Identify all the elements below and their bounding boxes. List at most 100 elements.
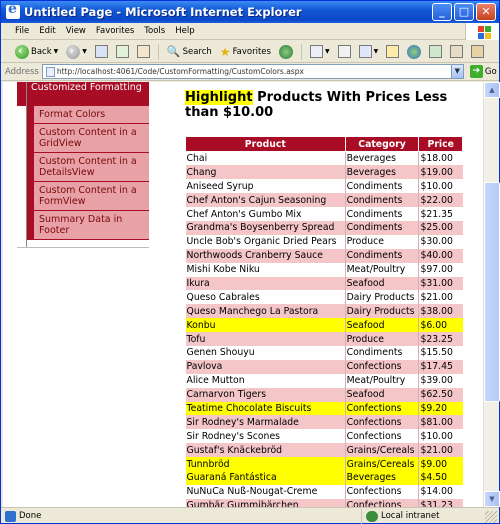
menu-bar: File Edit View Favorites Tools Help xyxy=(1,23,499,40)
messenger-button[interactable] xyxy=(427,43,444,61)
cell-product: Chai xyxy=(185,151,346,166)
sidebar-item-format-colors[interactable]: Format Colors xyxy=(27,106,149,124)
favorites-button[interactable]: ★ Favorites xyxy=(218,43,273,61)
globe-icon xyxy=(407,44,422,59)
cell-price: $25.00 xyxy=(418,220,463,235)
minimize-button[interactable]: _ xyxy=(432,3,452,21)
cell-product: Alice Mutton xyxy=(185,373,346,388)
back-button[interactable]: ‹ Back ▼ xyxy=(13,43,60,61)
menu-view[interactable]: View xyxy=(66,26,86,36)
sidebar-item-formview[interactable]: Custom Content in a FormView xyxy=(27,182,149,211)
cell-price: $62.50 xyxy=(418,387,463,402)
cell-product: Teatime Chocolate Biscuits xyxy=(185,401,346,416)
page-title: Highlight Products With Prices Less than… xyxy=(185,90,475,120)
cell-product: Chef Anton's Cajun Seasoning xyxy=(185,193,346,208)
cell-price: $18.00 xyxy=(418,151,463,166)
cell-category: Confections xyxy=(345,429,420,444)
sidebar-header[interactable]: Customized Formatting xyxy=(17,82,149,106)
sidebar-item-summary-footer[interactable]: Summary Data in Footer xyxy=(27,211,149,240)
table-header-row: Product Category Price xyxy=(185,136,463,152)
cell-product: Ikura xyxy=(185,276,346,291)
cell-price: $31.00 xyxy=(418,276,463,291)
stop-button[interactable] xyxy=(93,43,110,61)
status-done: Done xyxy=(1,510,361,522)
cell-price: $38.00 xyxy=(418,304,463,319)
page-icon xyxy=(45,66,55,77)
cell-category: Beverages xyxy=(345,165,420,180)
address-url: http://localhost:4061/Code/CustomFormatt… xyxy=(56,67,304,76)
cell-category: Seafood xyxy=(345,387,420,402)
toolbar-separator xyxy=(157,43,159,60)
cell-category: Condiments xyxy=(345,345,420,360)
sidebar-item-gridview[interactable]: Custom Content in a GridView xyxy=(27,124,149,153)
discuss-button[interactable] xyxy=(384,43,401,61)
media-button[interactable] xyxy=(277,43,295,61)
go-button[interactable]: ➔ Go xyxy=(469,65,497,78)
menu-favorites[interactable]: Favorites xyxy=(96,26,134,36)
address-label: Address xyxy=(5,66,39,77)
address-input[interactable]: http://localhost:4061/Code/CustomFormatt… xyxy=(41,64,452,79)
title-bar[interactable]: Untitled Page - Microsoft Internet Explo… xyxy=(1,1,499,23)
tools-icon xyxy=(450,45,464,58)
sidebar-item-detailsview[interactable]: Custom Content in a DetailsView xyxy=(27,153,149,182)
menu-file[interactable]: File xyxy=(15,26,29,36)
toolbar-separator xyxy=(300,43,302,60)
refresh-button[interactable] xyxy=(114,43,131,61)
cell-category: Confections xyxy=(345,401,420,416)
table-body: Chai Beverages $18.00 Chang Beverages $19.00 A… xyxy=(185,151,463,507)
edit-button[interactable]: ▼ xyxy=(357,43,381,61)
cell-category: Condiments xyxy=(345,220,420,235)
window-controls: _ □ ✕ xyxy=(432,3,496,21)
cell-price: $21.35 xyxy=(418,207,463,221)
cell-product: Genen Shouyu xyxy=(185,345,346,360)
browser-window: Untitled Page - Microsoft Internet Explo… xyxy=(0,0,500,524)
vertical-scrollbar[interactable]: ▲ ▼ xyxy=(483,82,500,507)
resize-grip[interactable] xyxy=(485,511,497,523)
cell-product: Sir Rodney's Marmalade xyxy=(185,415,346,430)
cell-product: Aniseed Syrup xyxy=(185,179,346,194)
cell-category: Dairy Products xyxy=(345,290,420,305)
menu-tools[interactable]: Tools xyxy=(144,26,165,36)
cell-category: Condiments xyxy=(345,207,420,221)
scroll-thumb[interactable] xyxy=(484,182,500,402)
menu-edit[interactable]: Edit xyxy=(39,26,55,36)
grid-button[interactable] xyxy=(469,43,486,61)
tools-button[interactable] xyxy=(448,43,465,61)
cell-price: $31.23 xyxy=(418,498,463,507)
page-content: Customized Formatting Format Colors Cust… xyxy=(3,82,483,507)
table-row: Chai Beverages $18.00 xyxy=(185,151,463,166)
cell-category: Confections xyxy=(345,498,420,507)
column-header-category: Category xyxy=(344,136,420,152)
cell-price: $30.00 xyxy=(418,234,463,249)
forward-button[interactable]: › ▼ xyxy=(64,43,89,61)
close-button[interactable]: ✕ xyxy=(476,3,496,21)
cell-category: Confections xyxy=(345,484,420,499)
search-button[interactable]: 🔍 Search xyxy=(165,43,214,61)
table-row: Queso Manchego La Pastora Dairy Products $… xyxy=(185,304,463,319)
security-zone: Local intranet xyxy=(361,508,440,524)
back-arrow-icon: ‹ xyxy=(15,44,29,59)
home-button[interactable] xyxy=(135,43,152,61)
scroll-up-button[interactable]: ▲ xyxy=(484,82,500,98)
cell-price: $15.50 xyxy=(418,345,463,360)
chevron-down-icon: ▼ xyxy=(324,48,330,55)
cell-price: $81.00 xyxy=(418,415,463,430)
cell-price: $6.00 xyxy=(418,318,463,333)
research-button[interactable] xyxy=(405,43,423,61)
scroll-down-button[interactable]: ▼ xyxy=(484,491,500,507)
address-dropdown-button[interactable]: ▼ xyxy=(450,64,464,79)
print-button[interactable] xyxy=(336,43,353,61)
mail-button[interactable]: ▼ xyxy=(308,43,332,61)
sidebar-bottom-rule xyxy=(17,247,149,248)
table-row: Teatime Chocolate Biscuits Confections $9.… xyxy=(185,401,463,416)
cell-price: $40.00 xyxy=(418,248,463,263)
maximize-button[interactable]: □ xyxy=(454,3,474,21)
cell-category: Beverages xyxy=(345,470,420,485)
chevron-down-icon: ▼ xyxy=(373,48,379,55)
stop-icon xyxy=(94,45,108,58)
home-icon xyxy=(136,45,150,58)
zone-text: Local intranet xyxy=(381,511,440,521)
menu-help[interactable]: Help xyxy=(175,26,194,36)
table-row: Ikura Seafood $31.00 xyxy=(185,276,463,291)
table-row: Konbu Seafood $6.00 xyxy=(185,318,463,333)
